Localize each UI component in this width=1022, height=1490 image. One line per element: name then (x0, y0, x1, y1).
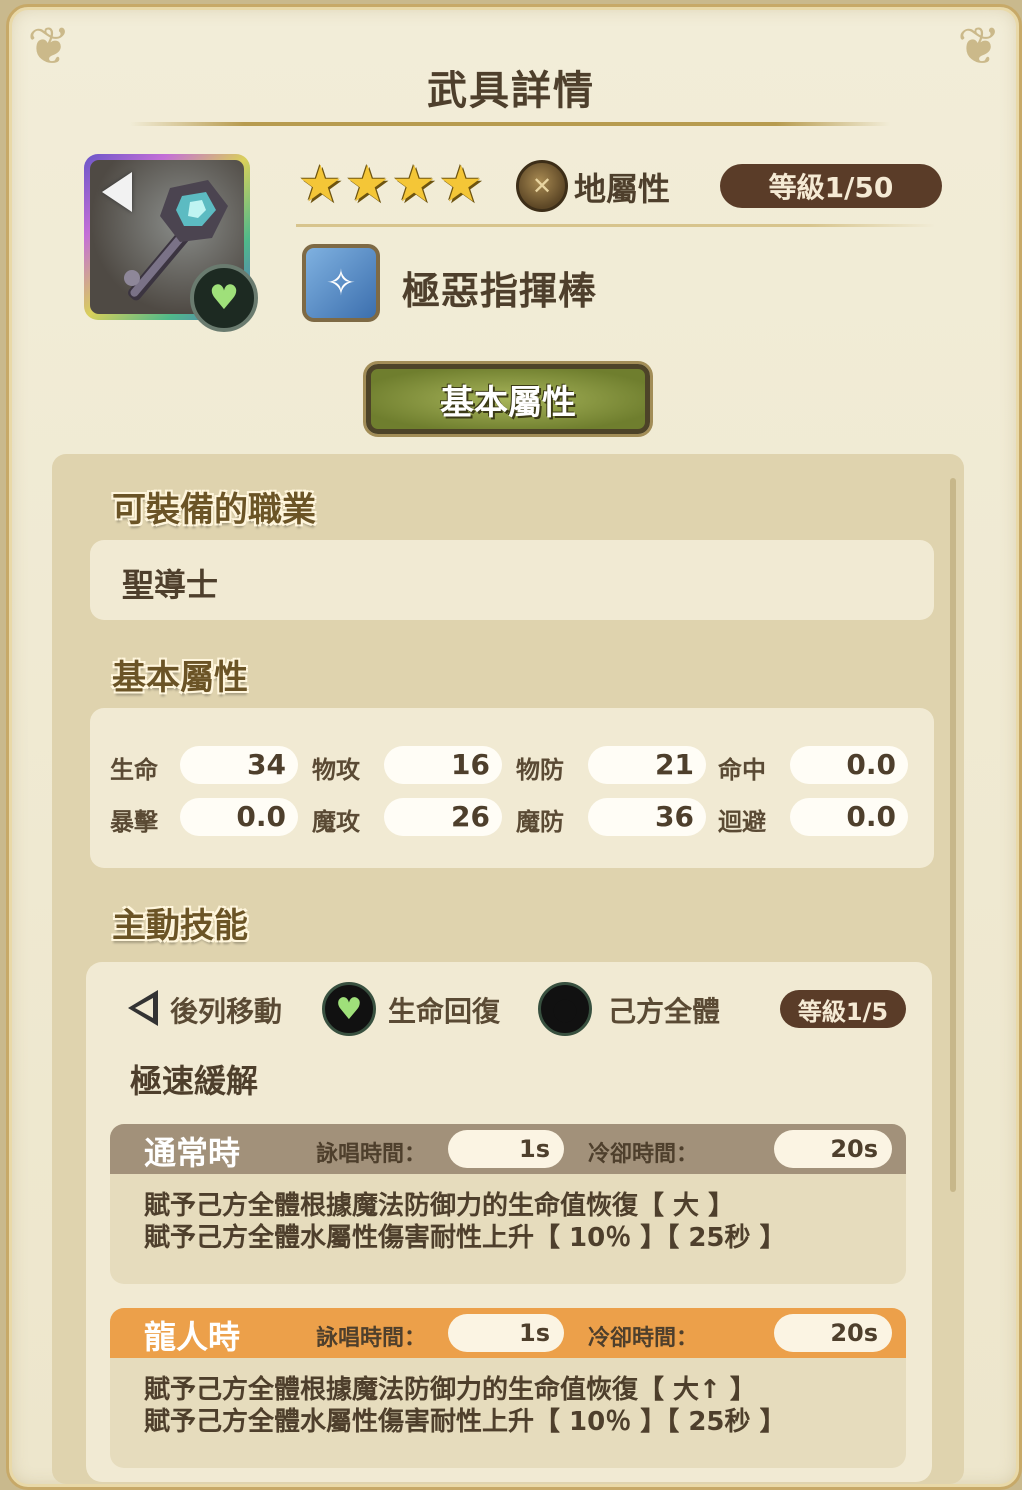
skill-effect: 生命回復 (388, 995, 501, 1028)
skill-desc-line: 賦予己方全體根據魔法防御力的生命值恢復【 大 】 (144, 1191, 735, 1221)
earth-element-icon: ✕ (516, 160, 568, 212)
stat-label-crit: 暴擊 (110, 808, 158, 836)
stat-label-evade: 迴避 (718, 808, 766, 836)
skill-card-normal: 通常時 詠唱時間： 1s 冷卻時間： 20s 賦予己方全體根據魔法防御力的生命值… (110, 1124, 906, 1284)
stat-label-patk: 物攻 (312, 756, 360, 784)
section-title-skill: 主動技能 (112, 906, 248, 946)
star-icon: ★ (391, 155, 437, 213)
star-icon: ★ (344, 155, 390, 213)
cooldown-label: 冷卻時間： (588, 1142, 699, 1167)
skill-description: 賦予己方全體根據魔法防御力的生命值恢復【 大↑ 】 賦予己方全體水屬性傷害耐性上… (144, 1374, 786, 1438)
stat-value-hit: 0.0 (790, 746, 908, 784)
skill-desc-line: 賦予己方全體水屬性傷害耐性上升【 10％ 】【 25秒 】 (144, 1407, 786, 1437)
all-allies-icon: ● (538, 982, 592, 1036)
tab-basic-attributes[interactable]: 基本屬性 (366, 364, 650, 434)
skill-card-dragon: 龍人時 詠唱時間： 1s 冷卻時間： 20s 賦予己方全體根據魔法防御力的生命值… (110, 1308, 906, 1468)
rarity-stars: ★ ★ ★ ★ (298, 158, 483, 210)
skill-state: 通常時 (144, 1134, 241, 1172)
section-title-jobs: 可裝備的職業 (112, 490, 316, 530)
stat-value-mdef: 36 (588, 798, 706, 836)
stat-value-patk: 16 (384, 746, 502, 784)
cast-time-value: 1s (448, 1314, 564, 1352)
skill-move: 後列移動 (170, 995, 283, 1028)
cast-time-value: 1s (448, 1130, 564, 1168)
skill-target: 己方全體 (608, 995, 721, 1028)
back-triangle-inner (135, 998, 153, 1018)
weapon-level-badge: 等級1/50 (720, 164, 942, 208)
stat-label-pdef: 物防 (516, 756, 564, 784)
page-title: 武具詳情 (427, 68, 595, 114)
star-icon: ★ (438, 155, 484, 213)
skill-description: 賦予己方全體根據魔法防御力的生命值恢復【 大 】 賦予己方全體水屬性傷害耐性上升… (144, 1190, 786, 1254)
stats-box (90, 708, 934, 868)
title-divider (130, 122, 890, 126)
skill-desc-line: 賦予己方全體水屬性傷害耐性上升【 10％ 】【 25秒 】 (144, 1223, 786, 1253)
stat-value-matk: 26 (384, 798, 502, 836)
star-icon: ★ (298, 155, 343, 213)
cooldown-value: 20s (774, 1314, 892, 1352)
stat-value-pdef: 21 (588, 746, 706, 784)
skill-card-header: 龍人時 詠唱時間： 1s 冷卻時間： 20s (110, 1308, 906, 1358)
stat-label-hit: 命中 (718, 756, 766, 784)
section-title-stats: 基本屬性 (112, 658, 248, 698)
skill-card-header: 通常時 詠唱時間： 1s 冷卻時間： 20s (110, 1124, 906, 1174)
stat-value-evade: 0.0 (790, 798, 908, 836)
skill-state: 龍人時 (144, 1318, 241, 1356)
cooldown-label: 冷卻時間： (588, 1326, 699, 1351)
skill-level-badge: 等級1/5 (780, 990, 906, 1028)
cooldown-value: 20s (774, 1130, 892, 1168)
skill-desc-line: 賦予己方全體根據魔法防御力的生命值恢復【 大↑ 】 (144, 1375, 756, 1405)
stat-label-matk: 魔攻 (312, 808, 360, 836)
stat-value-hp: 34 (180, 746, 298, 784)
element-label: 地屬性 (574, 170, 671, 208)
cast-time-label: 詠唱時間： (316, 1326, 427, 1351)
back-triangle-icon (102, 172, 132, 212)
cast-time-label: 詠唱時間： (316, 1142, 427, 1167)
stat-label-hp: 生命 (110, 756, 158, 784)
heart-icon: ♥ (322, 982, 376, 1036)
skill-name: 極速緩解 (130, 1062, 259, 1100)
scrollbar[interactable] (950, 478, 956, 1192)
wand-type-icon: ✧ (302, 244, 380, 322)
stat-label-mdef: 魔防 (516, 808, 564, 836)
stat-value-crit: 0.0 (180, 798, 298, 836)
job-value: 聖導士 (122, 566, 219, 604)
heart-icon: ♥ (190, 264, 258, 332)
weapon-name: 極惡指揮棒 (402, 269, 598, 313)
header-divider (296, 224, 936, 227)
